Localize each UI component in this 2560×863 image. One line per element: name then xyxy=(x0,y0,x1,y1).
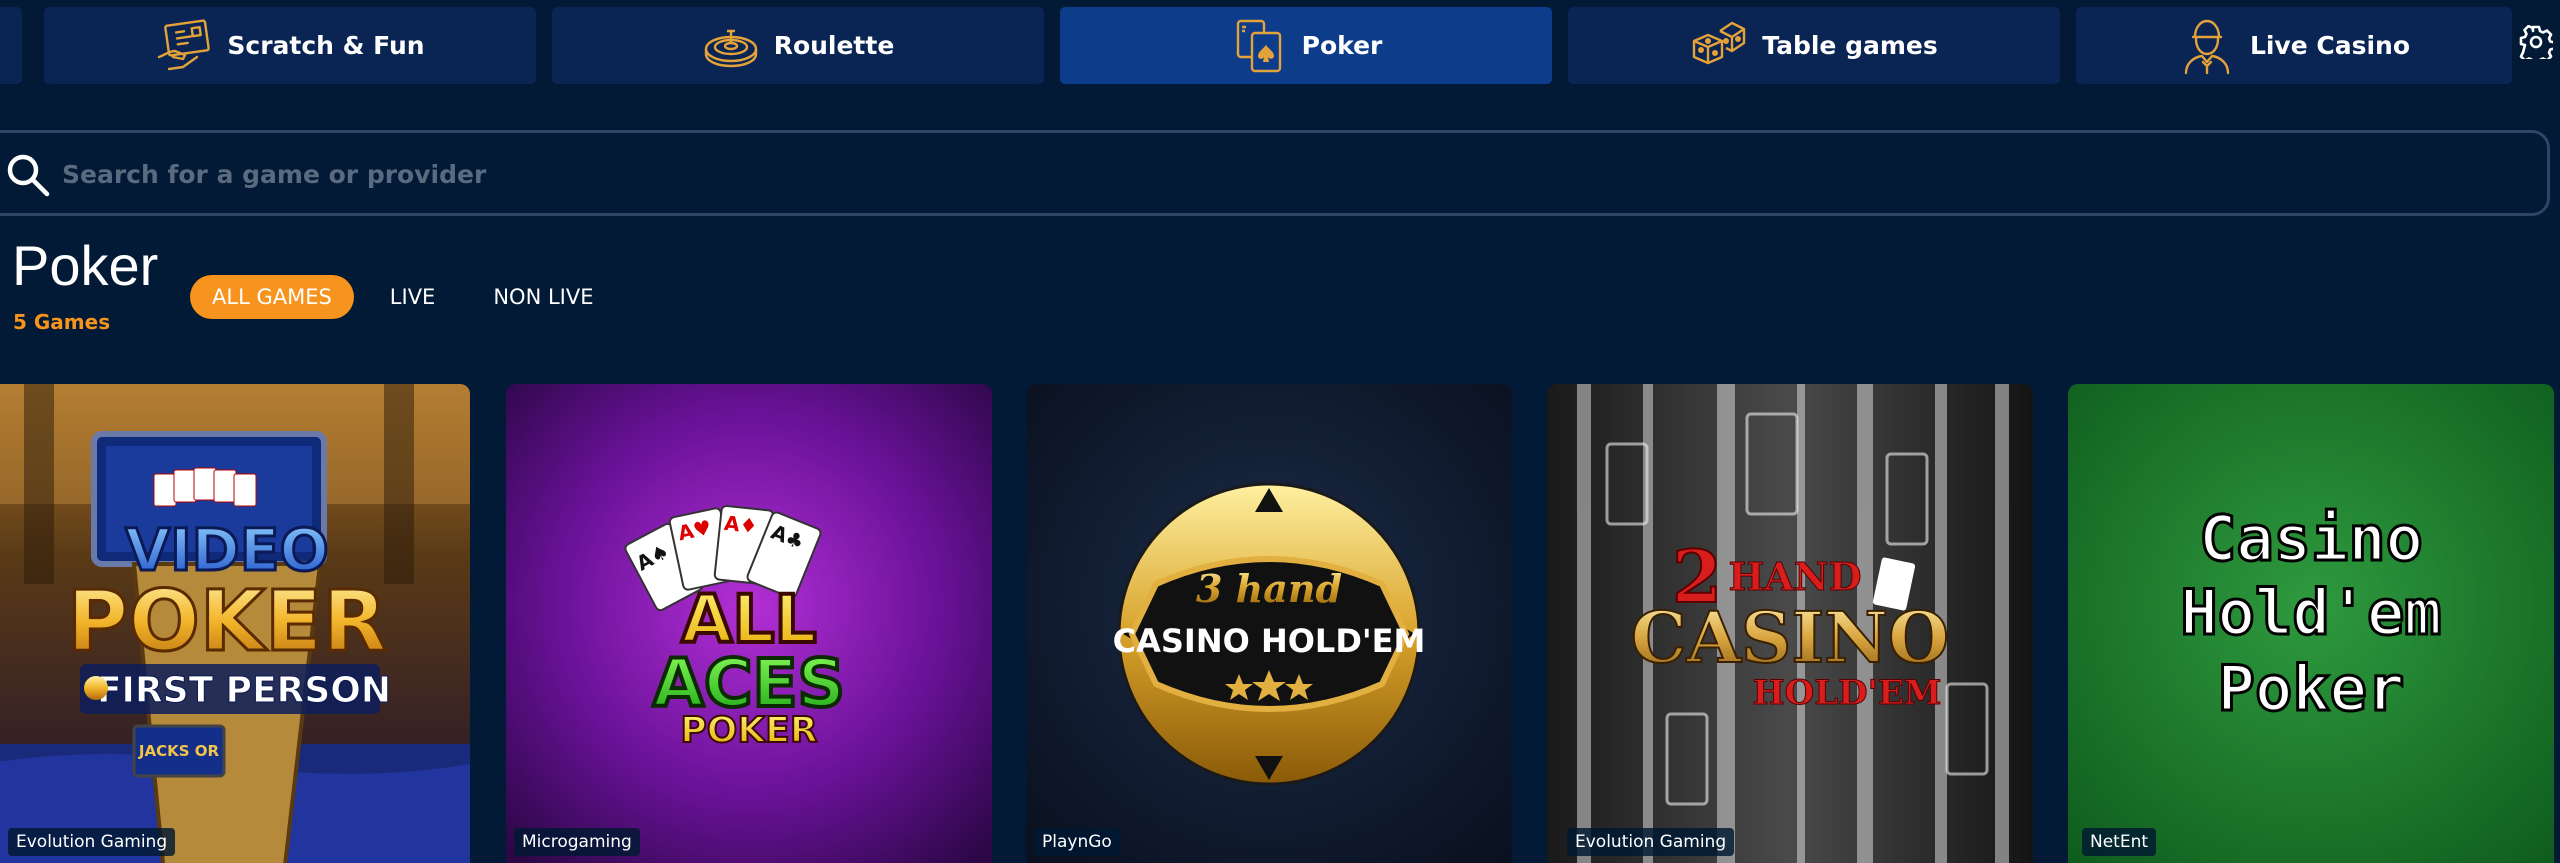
svg-text:A♦: A♦ xyxy=(723,511,759,538)
game-tile-all-aces-poker[interactable]: A♠ A♥ A♦ A♣ ALL ACES POKER Microgaming xyxy=(506,384,992,863)
search-icon[interactable] xyxy=(5,152,51,198)
tile-art-text: HOLD'EM xyxy=(1752,673,1941,713)
filter-all-games[interactable]: ALL GAMES xyxy=(190,275,354,319)
dice-icon xyxy=(1690,17,1748,75)
page-title: Poker xyxy=(12,234,159,297)
tile-art-text: Poker xyxy=(2218,652,2405,725)
game-tile-casino-holdem-poker[interactable]: Casino Hold'em Poker NetEnt xyxy=(2068,384,2554,863)
tab-roulette[interactable]: Roulette xyxy=(552,7,1044,84)
game-tile-3-hand-casino-holdem[interactable]: 3 hand CASINO HOLD'EM PlaynGo xyxy=(1026,384,1512,863)
tab-scratch-and-fun[interactable]: Scratch & Fun xyxy=(44,7,536,84)
tile-art-text: Casino xyxy=(2199,502,2423,575)
search-input[interactable] xyxy=(62,152,2502,196)
tab-previous-category[interactable] xyxy=(0,7,22,84)
filter-group: ALL GAMES LIVE NON LIVE xyxy=(190,275,615,319)
tile-art-text: POKER xyxy=(67,572,387,670)
tile-art-text: CASINO HOLD'EM xyxy=(1113,622,1426,660)
tile-art-text: HAND xyxy=(1728,554,1861,599)
gear-icon xyxy=(2519,24,2556,66)
tab-label: Table games xyxy=(1762,31,1938,60)
croupier-icon xyxy=(2178,17,2236,75)
playing-cards-icon xyxy=(1230,17,1288,75)
settings-button[interactable] xyxy=(2518,24,2556,66)
tab-label: Scratch & Fun xyxy=(227,31,425,60)
provider-badge: Microgaming xyxy=(514,828,640,856)
tile-art-text: 3 hand xyxy=(1196,566,1342,611)
scratch-card-icon xyxy=(155,17,213,75)
tile-art-text: JACKS OR xyxy=(138,742,220,760)
provider-badge: PlaynGo xyxy=(1034,828,1120,856)
game-tile-2-hand-casino-holdem[interactable]: 2 HAND CASINO HOLD'EM Evolution Gaming xyxy=(1547,384,2033,863)
provider-badge: NetEnt xyxy=(2082,828,2157,856)
tab-poker[interactable]: Poker xyxy=(1060,7,1552,84)
roulette-wheel-icon xyxy=(702,17,760,75)
tab-live-casino[interactable]: Live Casino xyxy=(2076,7,2512,84)
filter-non-live[interactable]: NON LIVE xyxy=(471,275,615,319)
game-count: 5 Games xyxy=(13,310,111,334)
tile-art-text: POKER xyxy=(680,710,817,751)
tile-art-text: CASINO xyxy=(1631,596,1949,679)
tab-label: Poker xyxy=(1301,31,1383,60)
tile-art-text: FIRST PERSON xyxy=(97,670,391,711)
provider-badge: Evolution Gaming xyxy=(1567,828,1735,856)
tile-art-text: Hold'em xyxy=(2180,576,2441,649)
casino-lobby: Scratch & Fun Roulette Poker Table games… xyxy=(0,0,2560,863)
category-bar: Scratch & Fun Roulette Poker Table games… xyxy=(0,0,2560,90)
filter-live[interactable]: LIVE xyxy=(368,275,458,319)
tab-label: Live Casino xyxy=(2249,31,2411,60)
tab-table-games[interactable]: Table games xyxy=(1568,7,2060,84)
game-tile-video-poker[interactable]: VIDEO POKER FIRST PERSON JACKS OR Evolut… xyxy=(0,384,470,863)
tab-label: Roulette xyxy=(773,31,895,60)
provider-badge: Evolution Gaming xyxy=(8,828,176,856)
